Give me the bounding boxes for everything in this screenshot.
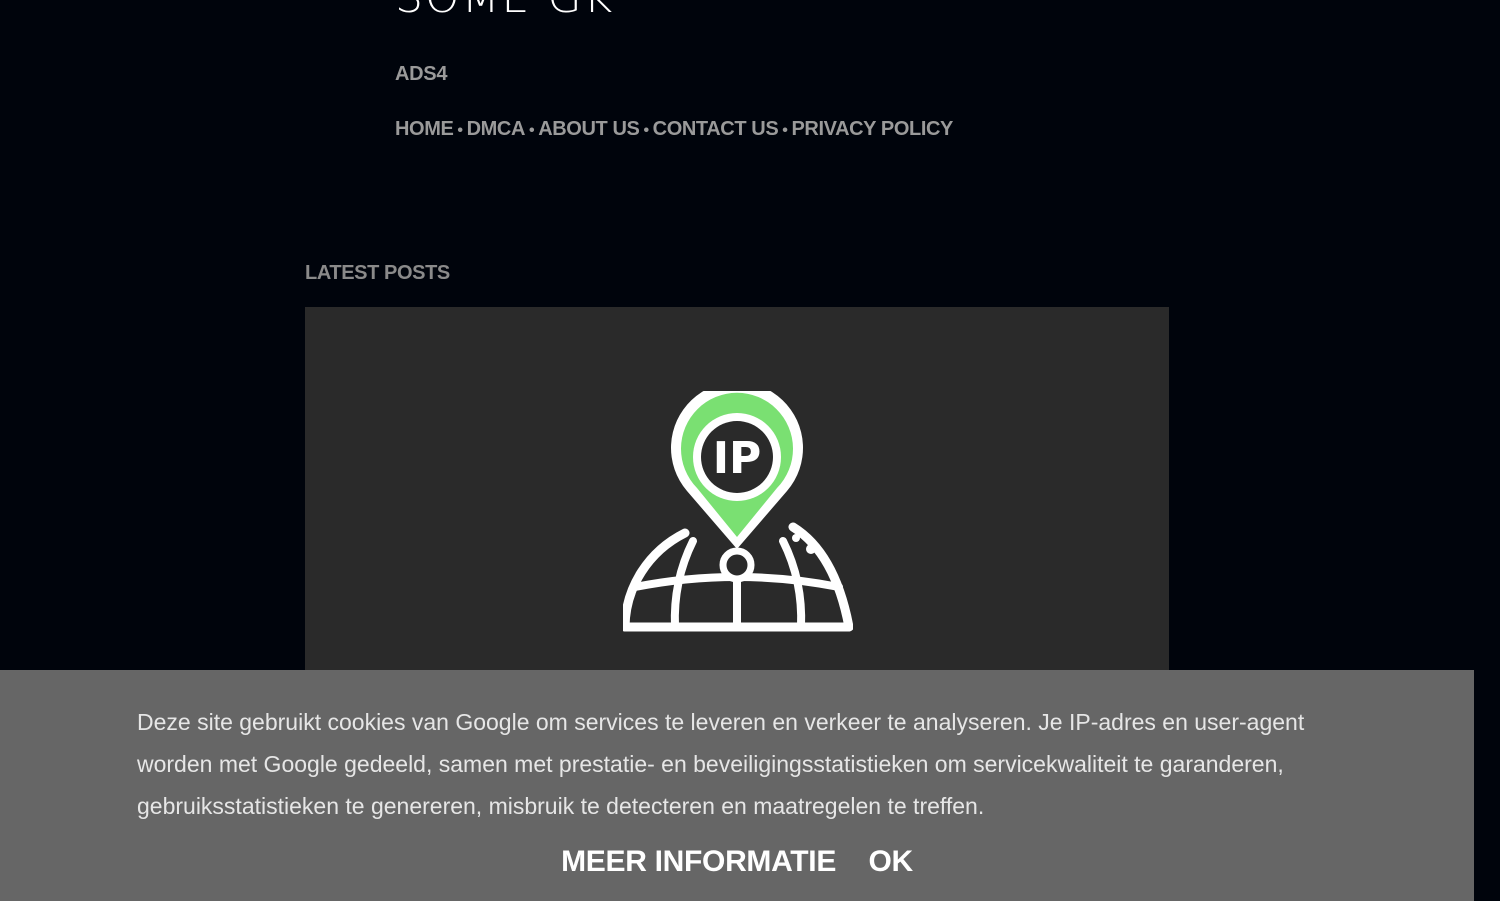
cookie-actions: MEER INFORMATIE OK — [0, 845, 1474, 879]
site-title[interactable]: SOME GK — [395, 0, 614, 23]
more-info-button[interactable]: MEER INFORMATIE — [561, 845, 836, 879]
site-description: ADS4 — [395, 63, 448, 85]
nav-separator: • — [643, 122, 649, 139]
main-nav: HOME • DMCA • ABOUT US • CONTACT US • PRIVACY PO… — [395, 118, 953, 141]
cookie-notice: Deze site gebruikt cookies van Google om… — [0, 670, 1474, 901]
post-card[interactable]: IP — [305, 307, 1169, 707]
cookie-notice-text: Deze site gebruikt cookies van Google om… — [137, 709, 1305, 819]
nav-separator: • — [529, 122, 535, 139]
ok-button[interactable]: OK — [868, 845, 913, 879]
nav-about-us-link[interactable]: ABOUT US — [538, 118, 640, 140]
nav-contact-us-link[interactable]: CONTACT US — [653, 118, 779, 140]
nav-dmca-link[interactable]: DMCA — [467, 118, 526, 140]
page: SOME GK ADS4 HOME•DMCA•ABOUT US•CONTACT … — [0, 0, 1500, 901]
ip-icon-label: IP — [713, 433, 762, 484]
nav-privacy-policy-link[interactable]: PRIVACY POLICY — [791, 118, 953, 140]
latest-posts-heading: LATEST POSTS — [305, 262, 450, 284]
nav-separator: • — [457, 122, 463, 139]
ip-location-pin-globe-icon[interactable]: IP — [623, 391, 853, 635]
nav-home-link[interactable]: HOME — [395, 118, 454, 140]
nav-separator: • — [782, 122, 788, 139]
